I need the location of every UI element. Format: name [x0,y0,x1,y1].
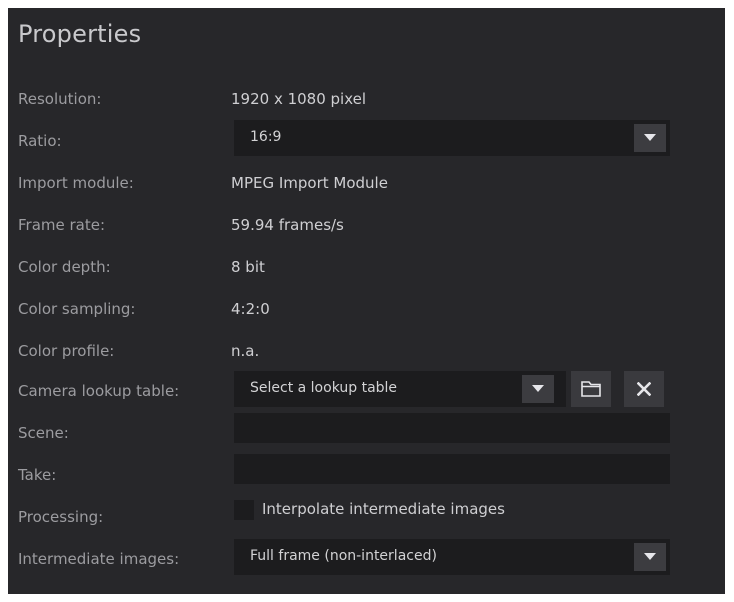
clear-lut-button[interactable] [624,371,664,407]
triangle-down-icon [532,385,544,392]
scene-input[interactable] [234,413,670,443]
scene-label: Scene: [18,424,69,442]
ratio-selected-value: 16:9 [250,129,282,145]
take-label: Take: [18,466,57,484]
panel-title: Properties [18,20,142,48]
color-sampling-label: Color sampling: [18,300,136,318]
intermediate-images-label: Intermediate images: [18,550,180,568]
processing-label: Processing: [18,508,104,526]
ratio-label: Ratio: [18,132,62,150]
frame-rate-value: 59.94 frames/s [231,216,344,234]
folder-icon [581,381,601,397]
color-depth-value: 8 bit [231,258,265,276]
color-profile-value: n.a. [231,342,260,360]
ratio-dropdown[interactable]: 16:9 [234,120,670,156]
frame-rate-label: Frame rate: [18,216,106,234]
resolution-value: 1920 x 1080 pixel [231,90,367,108]
intermediate-images-dropdown-button[interactable] [634,543,666,571]
ratio-dropdown-button[interactable] [634,124,666,152]
import-module-value: MPEG Import Module [231,174,388,192]
intermediate-images-dropdown[interactable]: Full frame (non-interlaced) [234,539,670,575]
camera-lut-dropdown[interactable]: Select a lookup table [234,371,566,407]
triangle-down-icon [644,553,656,560]
camera-lut-dropdown-button[interactable] [522,375,554,403]
interpolate-checkbox-label[interactable]: Interpolate intermediate images [262,500,505,518]
properties-panel: Properties Resolution: 1920 x 1080 pixel… [8,8,725,594]
intermediate-images-selected-value: Full frame (non-interlaced) [250,548,437,564]
import-module-label: Import module: [18,174,134,192]
color-sampling-value: 4:2:0 [231,300,270,318]
interpolate-checkbox[interactable] [234,500,254,520]
browse-lut-button[interactable] [571,371,611,407]
resolution-label: Resolution: [18,90,102,108]
x-icon [637,382,651,396]
color-profile-label: Color profile: [18,342,115,360]
camera-lut-label: Camera lookup table: [18,382,180,400]
triangle-down-icon [644,134,656,141]
take-input[interactable] [234,454,670,484]
color-depth-label: Color depth: [18,258,111,276]
camera-lut-selected-value: Select a lookup table [250,380,398,396]
